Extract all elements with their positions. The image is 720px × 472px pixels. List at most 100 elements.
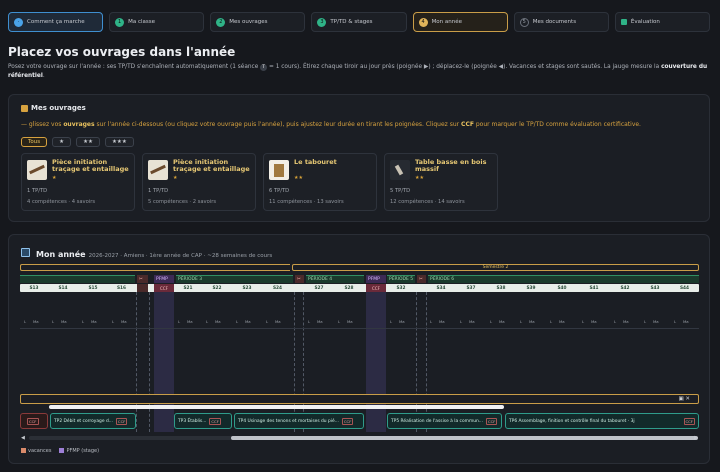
day-label: Ma	[187, 319, 193, 324]
ccf-toggle[interactable]: CCF	[485, 417, 498, 425]
ccf-badge: CCF	[27, 417, 39, 425]
day-label: Ma	[499, 319, 505, 324]
step-number: 5	[519, 17, 529, 27]
ccf-toggle[interactable]: CCF	[683, 417, 695, 425]
step-label: Évaluation	[630, 19, 660, 25]
filter-all[interactable]: Tous	[21, 137, 48, 147]
day-label: L	[520, 319, 523, 324]
work-stars: ★★	[294, 175, 303, 181]
day-label: L	[550, 319, 553, 324]
week-label: S34	[436, 285, 446, 291]
legend: vacances PFMP (stage)	[21, 448, 99, 454]
week-label: S16	[116, 285, 127, 291]
day-label: L	[338, 319, 341, 324]
scroll-left-icon[interactable]: ◀	[21, 435, 25, 441]
day-label: Ma	[653, 319, 659, 324]
plank-thumbnail	[148, 160, 168, 180]
work-competences: 11 compétences · 13 savoirs	[269, 199, 344, 205]
folder-icon	[21, 104, 28, 112]
filter-two-stars[interactable]: ★★	[76, 137, 100, 147]
check-icon: ·	[14, 17, 23, 27]
day-label: L	[582, 319, 585, 324]
table-thumbnail	[390, 160, 410, 180]
pfmp-shade	[366, 292, 386, 432]
step-label: TP/TD & stages	[330, 19, 373, 25]
week-label: S44	[679, 285, 690, 291]
tp-block[interactable]: TP5 Réalisation de l'assise à la commun.…	[387, 413, 502, 429]
ccf-week-marker: CCF	[366, 284, 386, 292]
calendar-icon	[21, 248, 30, 257]
work-card[interactable]: Pièce initiation traçage et entaillage ★ 1…	[142, 153, 256, 211]
holiday-week	[137, 284, 148, 292]
week-label: S23	[242, 285, 252, 291]
step-tp-td-stages[interactable]: 3 TP/TD & stages	[311, 12, 407, 32]
ccf-toggle[interactable]: CCF	[209, 417, 221, 425]
day-label: Ma	[317, 319, 323, 324]
scroll-right-icon[interactable]: ▶	[694, 435, 698, 441]
week-label: S39	[526, 285, 536, 291]
work-tp-count: 5 TP/TD	[390, 188, 411, 194]
tp-block[interactable]: TP4 Usinage des tenons et mortaises du p…	[234, 413, 364, 429]
holiday-line	[294, 292, 295, 432]
tp-block[interactable]: TP3 Établis... CCF	[174, 413, 232, 429]
year-title: Mon année	[36, 250, 86, 259]
step-label: Mon année	[431, 19, 463, 25]
hint-text: — glissez vos	[21, 121, 64, 128]
week-label: S27	[314, 285, 324, 291]
work-tp-count: 6 TP/TD	[269, 188, 290, 194]
step-how-it-works[interactable]: · Comment ça marche	[8, 12, 104, 32]
step-mon-annee[interactable]: 4 Mon année	[412, 12, 508, 32]
step-label: Ma classe	[128, 19, 156, 25]
tp-block[interactable]: TP6 Assemblage, finition et contrôle fin…	[505, 413, 699, 429]
legend-pfmp: PFMP (stage)	[59, 448, 99, 454]
tp-block-label: TP4 Usinage des tenons et mortaises du p…	[238, 418, 339, 424]
week-label: S21	[183, 285, 193, 291]
filter-three-stars[interactable]: ★★★	[104, 137, 134, 147]
ccf-toggle[interactable]: CCF	[341, 417, 354, 425]
step-mes-ouvrages[interactable]: 2 Mes ouvrages	[210, 12, 306, 32]
day-label: Ma	[275, 319, 281, 324]
step-ma-classe[interactable]: 1 Ma classe	[109, 12, 205, 32]
works-title: Mes ouvrages	[21, 104, 86, 112]
day-label: Ma	[469, 319, 475, 324]
work-card[interactable]: Pièce initiation traçage et entaillage ★ 1…	[21, 153, 135, 211]
year-meta: 2026-2027 · Amiens · 1ère année de CAP ·…	[88, 253, 273, 259]
timeline-scrollbar[interactable]: ◀ ▶	[21, 435, 698, 441]
day-label: L	[178, 319, 181, 324]
work-stars: ★	[52, 175, 57, 181]
pfmp-marker: PFMP	[366, 275, 386, 283]
day-label: L	[490, 319, 493, 324]
day-label: L	[112, 319, 115, 324]
day-label: L	[52, 319, 55, 324]
work-tp-count: 1 TP/TD	[27, 188, 48, 194]
day-label: L	[430, 319, 433, 324]
tp-block-label: TP6 Assemblage, finition et contrôle fin…	[509, 418, 635, 424]
scroll-thumb[interactable]	[231, 436, 698, 440]
ccf-toggle[interactable]: CCF	[115, 417, 128, 425]
day-label: L	[674, 319, 677, 324]
holiday-marker: ✂	[295, 275, 304, 283]
semester-1-bar	[20, 264, 290, 271]
intro-text: .	[42, 73, 45, 79]
step-number: 1	[115, 17, 125, 27]
work-name: Pièce initiation traçage et entaillage	[173, 158, 250, 173]
filter-one-star[interactable]: ★	[52, 137, 72, 147]
week-label: S41	[589, 285, 599, 291]
week-label: S38	[496, 285, 506, 291]
tp-block[interactable]: TP2 Débit et corroyage d... CCF	[50, 413, 136, 429]
day-label: Ma	[623, 319, 629, 324]
gauge-icons[interactable]: ▣ ✕	[678, 396, 690, 402]
ccf-block[interactable]: CCF	[20, 413, 48, 429]
step-evaluation[interactable]: Évaluation	[614, 12, 710, 32]
vacances-swatch	[21, 448, 26, 453]
day-label: L	[460, 319, 463, 324]
year-panel: Mon année 2026-2027 · Amiens · 1ère année…	[8, 234, 710, 464]
day-label: Ma	[439, 319, 445, 324]
work-card[interactable]: Le tabouret ★★ 6 TP/TD 11 compétences · 13 …	[263, 153, 377, 211]
step-mes-documents[interactable]: 5 Mes documents	[513, 12, 609, 32]
stool-thumbnail	[269, 160, 289, 180]
work-card[interactable]: Table basse en bois massif ★★ 5 TP/TD 12 co…	[384, 153, 498, 211]
intro-text: = 1 cours). Étirez chaque tiroir au jour…	[267, 64, 662, 70]
coverage-gauge: ▣ ✕	[20, 394, 699, 404]
wizard-steps: · Comment ça marche 1 Ma classe 2 Mes ouvra…	[8, 12, 710, 32]
